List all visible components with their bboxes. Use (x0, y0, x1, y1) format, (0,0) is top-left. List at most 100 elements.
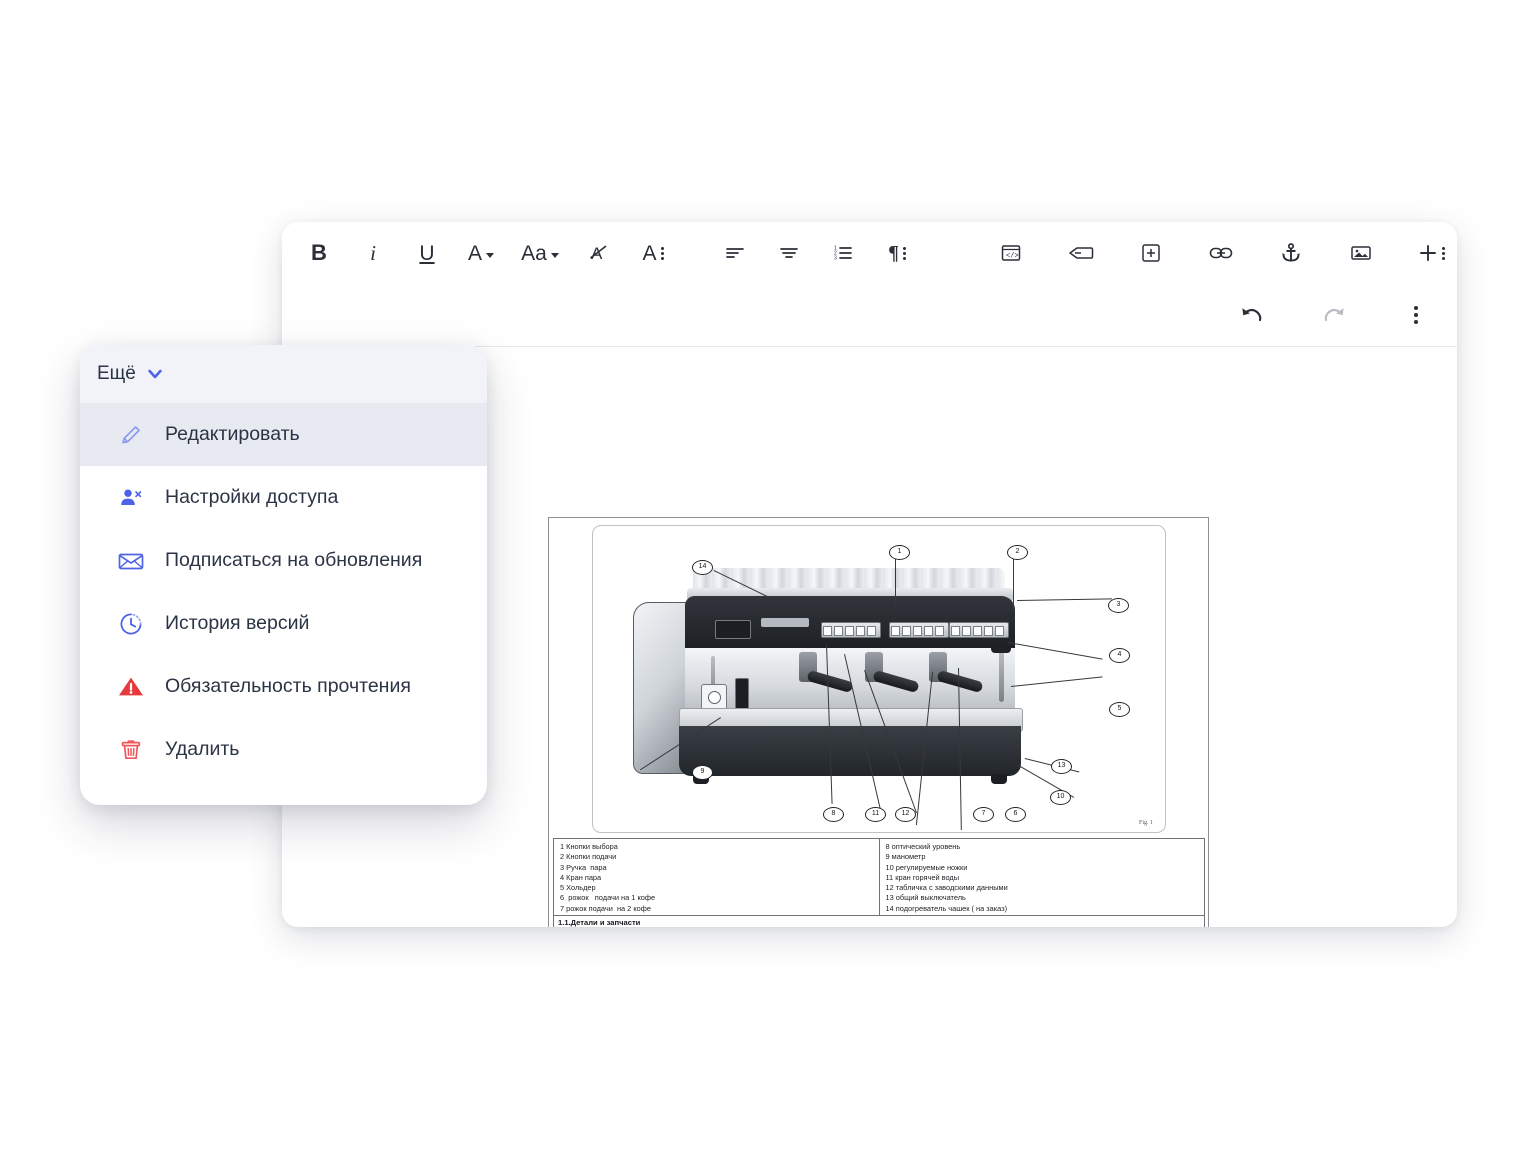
menu-item-label: Обязательность прочтения (165, 675, 411, 697)
legend-item: 1 Кнопки выбора (560, 842, 618, 851)
clear-formatting-icon: A (590, 244, 607, 263)
tag-button[interactable] (1062, 234, 1100, 272)
plus-box-icon (1142, 244, 1160, 262)
menu-item-access-settings[interactable]: Настройки доступа (80, 466, 487, 529)
legend-item: 9 манометр (885, 852, 926, 862)
user-remove-icon (116, 483, 146, 513)
bold-button[interactable]: B (300, 234, 338, 272)
callout-4: 4 (1109, 648, 1130, 663)
warning-triangle-icon (116, 672, 146, 702)
font-color-icon: A (467, 241, 482, 265)
legend-item: 3 Ручка пара (560, 862, 607, 872)
anchor-icon (1282, 243, 1300, 262)
callout-14: 14 (692, 560, 713, 575)
menu-item-mandatory-reading[interactable]: Обязательность прочтения (80, 655, 487, 718)
legend-column-left: 1 Кнопки выбора 2 Кнопки подачи 3 Ручка … (554, 839, 880, 915)
kebab-icon (1414, 306, 1418, 324)
menu-item-edit[interactable]: Редактировать (80, 403, 487, 466)
kebab-icon (902, 246, 906, 260)
menu-item-label: Удалить (165, 738, 240, 760)
menu-item-label: Редактировать (165, 423, 300, 445)
callout-13: 13 (1051, 759, 1072, 774)
insert-image-button[interactable] (1342, 234, 1380, 272)
callout-3: 3 (1108, 598, 1129, 613)
italic-icon: i (370, 240, 376, 265)
pilcrow-icon: ¶ (888, 242, 899, 264)
envelope-icon (116, 546, 146, 576)
legend-item: 10 регулируемые ножки (885, 862, 968, 872)
align-center-button[interactable] (770, 234, 808, 272)
align-left-button[interactable] (716, 234, 754, 272)
menu-item-version-history[interactable]: История версий (80, 592, 487, 655)
image-icon (1351, 246, 1371, 260)
callout-8: 8 (823, 807, 844, 822)
text-options-icon: A (642, 241, 657, 265)
legend-item: 12 табличка с заводскими данными (885, 883, 1008, 893)
tag-icon (1069, 247, 1094, 259)
text-options-button[interactable]: A (634, 234, 672, 272)
legend-column-right: 8 оптический уровень 9 манометр 10 регул… (880, 839, 1205, 915)
redo-icon (1324, 308, 1344, 322)
menu-item-label: Подписаться на обновления (165, 549, 423, 571)
clear-formatting-button[interactable]: A (580, 234, 618, 272)
legend-item: 11 кран горячей воды (885, 872, 960, 882)
chevron-down-icon (550, 252, 559, 258)
italic-button[interactable]: i (354, 234, 392, 272)
undo-button[interactable] (1233, 296, 1271, 334)
numbered-list-button[interactable]: 1 2 3 (824, 234, 862, 272)
svg-text:3: 3 (834, 256, 837, 262)
plus-icon (1419, 245, 1436, 261)
more-menu-list: Редактировать Настройки доступа Подписат… (80, 403, 487, 781)
legend-section-title: 1.1.Детали и запчасти (553, 916, 1205, 927)
more-actions-menu: Ещё Редактировать Настройки доступа Подп… (80, 345, 487, 805)
align-center-icon (780, 248, 798, 258)
legend-item: 6 рожок подачи на 1 кофе (560, 893, 656, 903)
manual-figure: 1 2 3 4 5 7 6 8 9 10 11 12 13 14 Fig. 1 … (548, 517, 1209, 927)
callout-7: 7 (973, 807, 994, 822)
insert-table-button[interactable] (1132, 234, 1170, 272)
callout-6: 6 (1005, 807, 1026, 822)
figure-legend-table: 1 Кнопки выбора 2 Кнопки подачи 3 Ручка … (553, 838, 1205, 916)
coffee-machine-illustration: 1 2 3 4 5 7 6 8 9 10 11 12 13 14 Fig. 1 (592, 525, 1166, 833)
chevron-down-icon (486, 252, 494, 258)
overflow-menu-button[interactable] (1397, 296, 1435, 334)
menu-item-delete[interactable]: Удалить (80, 718, 487, 781)
menu-item-label: История версий (165, 612, 310, 634)
legend-item: 4 Кран пара (560, 872, 602, 882)
link-icon (1209, 247, 1233, 259)
anchor-button[interactable] (1272, 234, 1310, 272)
underline-button[interactable]: U (408, 234, 446, 272)
toolbar-row-primary: B i U A Aa A 1 2 3 ¶ </> (282, 222, 1457, 284)
chevron-down-icon (147, 366, 163, 382)
callout-5: 5 (1109, 702, 1130, 717)
font-size-icon: Aa (521, 241, 547, 265)
kebab-icon (1441, 246, 1445, 260)
pencil-icon (116, 420, 146, 450)
more-menu-header[interactable]: Ещё (80, 345, 487, 403)
callout-1: 1 (889, 545, 910, 560)
paragraph-options-button[interactable]: ¶ (878, 234, 916, 272)
menu-item-subscribe-updates[interactable]: Подписаться на обновления (80, 529, 487, 592)
legend-item: 8 оптический уровень (885, 842, 961, 851)
more-menu-label: Ещё (97, 363, 136, 384)
toolbar-row-secondary (282, 284, 1457, 346)
callout-2: 2 (1007, 545, 1028, 560)
clock-history-icon (116, 609, 146, 639)
undo-icon (1242, 308, 1262, 322)
legend-item: 5 Хольдер (560, 883, 596, 893)
callout-12: 12 (895, 807, 916, 822)
editor-toolbar: B i U A Aa A 1 2 3 ¶ </> (282, 222, 1457, 347)
callout-9: 9 (692, 765, 713, 780)
svg-text:</>: </> (1006, 253, 1019, 261)
insert-link-button[interactable] (1202, 234, 1240, 272)
kebab-icon (660, 246, 664, 260)
legend-item: 7 рожок подачи на 2 кофе (560, 903, 651, 913)
ordered-list-icon: 1 2 3 (834, 246, 852, 262)
code-window-icon: </> (1001, 245, 1021, 261)
font-color-button[interactable]: A (462, 234, 500, 272)
font-size-button[interactable]: Aa (516, 234, 564, 272)
redo-button[interactable] (1315, 296, 1353, 334)
insert-more-button[interactable] (1412, 234, 1450, 272)
source-code-button[interactable]: </> (992, 234, 1030, 272)
underline-icon: U (419, 241, 435, 265)
